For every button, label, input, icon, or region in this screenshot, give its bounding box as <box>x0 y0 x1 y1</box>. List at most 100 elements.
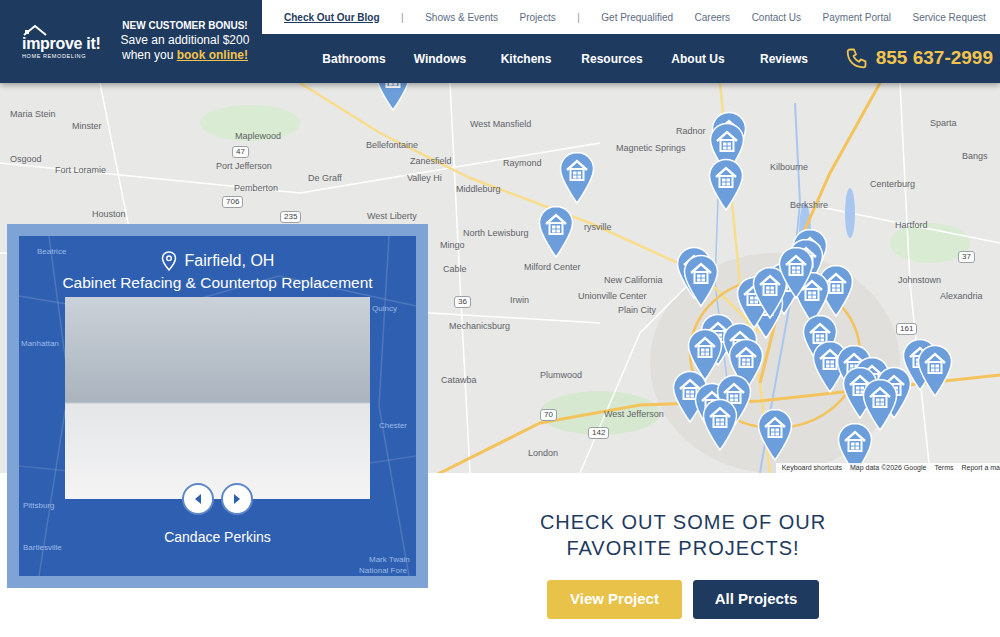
map-label: Minster <box>72 122 102 131</box>
book-online-link[interactable]: book online! <box>177 48 248 62</box>
map-label: Catawba <box>441 376 477 385</box>
map-pin[interactable] <box>375 83 411 112</box>
house-pin-icon <box>757 408 793 462</box>
utility-link[interactable]: Get Prequalified <box>601 10 673 25</box>
card-map-label: Manhattan <box>21 340 59 348</box>
map-label: North Lewisburg <box>463 229 529 238</box>
map-label: Raymond <box>503 159 542 168</box>
nav-item[interactable]: About Us <box>655 50 741 68</box>
map-pin[interactable] <box>917 344 953 398</box>
title-line: CHECK OUT SOME OF OUR <box>366 509 1000 535</box>
map-label: Johnstown <box>898 276 941 285</box>
route-shield: 142 <box>588 427 609 439</box>
route-shield: 161 <box>896 323 917 335</box>
map-label: Kilbourne <box>770 163 808 172</box>
map-label: Fort Loramie <box>55 166 106 175</box>
utility-link[interactable]: Contact Us <box>752 10 801 25</box>
map-pin[interactable] <box>862 378 898 432</box>
map-pin[interactable] <box>702 398 738 452</box>
project-location: Fairfield, OH <box>19 250 416 272</box>
arrow-left-icon <box>192 493 204 505</box>
arrow-right-icon <box>231 493 243 505</box>
phone-icon <box>844 47 868 71</box>
map-label: Unionville Center <box>578 292 647 301</box>
house-pin-icon <box>702 398 738 452</box>
house-pin-icon <box>538 205 574 259</box>
bonus-cta: when you book online! <box>108 48 262 63</box>
map-label: Centerburg <box>870 180 915 189</box>
map-label: West Mansfield <box>470 120 531 129</box>
phone-link[interactable]: 855 637-2999 <box>844 44 993 73</box>
card-map-label: National Fore <box>359 567 407 575</box>
map-label: Maplewood <box>235 132 281 141</box>
route-shield: 37 <box>958 251 975 263</box>
title-line: FAVORITE PROJECTS! <box>366 535 1000 561</box>
map-label: Magnetic Springs <box>616 144 686 153</box>
route-shield: 47 <box>232 146 249 158</box>
attribution-link[interactable]: Map data ©2026 Google <box>850 463 926 473</box>
logo-name[interactable]: improve it! <box>22 36 108 52</box>
map-label: Valley Hi <box>407 174 442 183</box>
map-pin[interactable] <box>757 408 793 462</box>
route-shield: 36 <box>454 296 471 308</box>
bonus-title: NEW CUSTOMER BONUS! <box>108 20 262 33</box>
map-label: New California <box>604 276 663 285</box>
all-projects-button[interactable]: All Projects <box>693 580 819 619</box>
map-pin[interactable] <box>708 158 744 212</box>
view-project-button[interactable]: View Project <box>547 580 682 619</box>
map-label: Houston <box>92 210 126 219</box>
card-map-label: Bartlesville <box>23 544 62 552</box>
map-pin[interactable] <box>538 205 574 259</box>
house-pin-icon <box>778 246 814 300</box>
brand-panel: improve it! HOME REMODELING NEW CUSTOMER… <box>0 0 262 83</box>
house-pin-icon <box>683 254 719 308</box>
logo[interactable]: improve it! HOME REMODELING <box>22 23 108 60</box>
utility-bar: Check Out Our Blog | Shows & Events Project… <box>262 0 1000 34</box>
utility-link[interactable]: Check Out Our Blog <box>284 10 380 25</box>
map-label: Sparta <box>930 119 957 128</box>
project-title: Cabinet Refacing & Countertop Replacemen… <box>19 272 416 294</box>
attribution-link[interactable]: Terms <box>934 463 953 473</box>
card-map-label: Mark Twain <box>369 556 410 564</box>
bonus-line: Save an additional $200 <box>108 33 262 48</box>
card-map-label: Beatrice <box>37 248 66 256</box>
map-label: Bangs <box>962 152 988 161</box>
map-label: Irwin <box>510 296 529 305</box>
attribution-link[interactable]: Keyboard shortcuts <box>782 463 842 473</box>
map-label: Mingo <box>440 241 465 250</box>
map-label: Alexandria <box>940 292 983 301</box>
nav-item[interactable]: Reviews <box>741 50 827 68</box>
map-label: Bellefontaine <box>366 141 418 150</box>
utility-link[interactable]: Service Request <box>913 10 986 25</box>
card-map-label: Chester <box>379 422 407 430</box>
map-pin[interactable] <box>559 151 595 205</box>
attribution-link[interactable]: Report a ma <box>961 463 1000 473</box>
utility-link[interactable]: Projects <box>520 10 556 25</box>
route-shield: 706 <box>222 196 243 208</box>
customer-name: Candace Perkins <box>19 529 416 545</box>
link-separator: | <box>401 10 404 25</box>
nav-item[interactable]: Windows <box>397 50 483 68</box>
map-pin[interactable] <box>683 254 719 308</box>
map-label: Radnor <box>676 127 706 136</box>
house-logo-icon <box>22 23 52 36</box>
map-label: Pemberton <box>234 184 278 193</box>
project-card: National Fore Mark Twain Bartlesville Pitts… <box>7 224 428 588</box>
map-label: Zanesfield <box>410 157 452 166</box>
map-label: Milford Center <box>524 263 581 272</box>
utility-link[interactable]: Careers <box>695 10 731 25</box>
utility-link[interactable]: Shows & Events <box>425 10 498 25</box>
nav-item[interactable]: Kitchens <box>483 50 569 68</box>
map-label: London <box>528 449 558 458</box>
nav-item[interactable]: Bathrooms <box>311 50 397 68</box>
card-map-label: Quincy <box>372 305 397 313</box>
utility-link[interactable]: Payment Portal <box>823 10 891 25</box>
map-label: West Jefferson <box>604 410 664 419</box>
nav-item[interactable]: Resources <box>569 50 655 68</box>
map-pin[interactable] <box>778 246 814 300</box>
previous-button[interactable] <box>182 483 214 515</box>
phone-number[interactable]: 855 637-2999 <box>876 44 993 73</box>
card-map-label: Pittsburg <box>23 502 55 510</box>
next-button[interactable] <box>221 483 253 515</box>
map-attribution: Keyboard shortcuts Map data ©2026 Google T… <box>776 463 1000 473</box>
